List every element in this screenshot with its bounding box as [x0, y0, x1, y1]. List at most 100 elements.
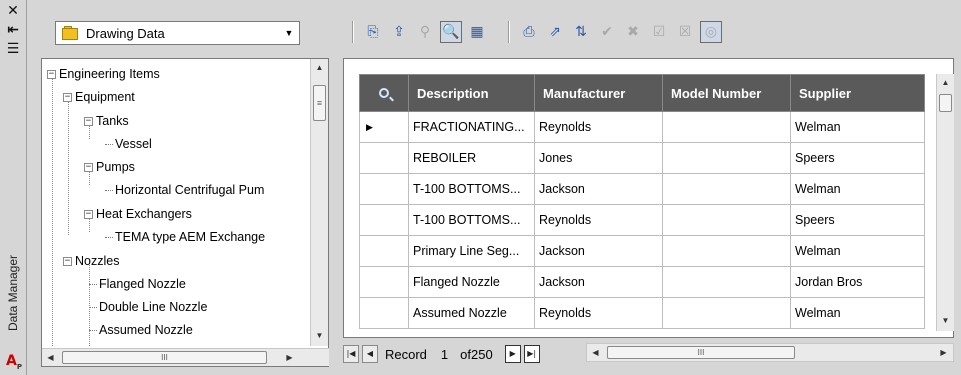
- cell-model-number[interactable]: [662, 266, 791, 298]
- cell-supplier[interactable]: Speers: [790, 204, 925, 236]
- scroll-down-arrow[interactable]: ▼: [937, 312, 954, 329]
- reject-icon[interactable]: ✖: [622, 21, 644, 43]
- tree-node[interactable]: Assumed Nozzle: [89, 321, 193, 339]
- export-report-icon[interactable]: ⇗: [544, 21, 566, 43]
- column-header-supplier[interactable]: Supplier: [790, 74, 925, 112]
- tree-node[interactable]: − Pumps: [84, 158, 135, 176]
- cell-supplier[interactable]: Speers: [790, 142, 925, 174]
- cell-manufacturer[interactable]: Jackson: [534, 173, 663, 205]
- cell-model-number[interactable]: [662, 173, 791, 205]
- collapse-icon[interactable]: −: [63, 256, 72, 266]
- cell-supplier[interactable]: Jordan Bros: [790, 266, 925, 298]
- row-selector[interactable]: [359, 235, 409, 267]
- auto-hide-icon[interactable]: ⇤: [4, 22, 22, 38]
- report-icon[interactable]: ▦: [466, 21, 488, 43]
- scroll-left-arrow[interactable]: ◀: [42, 349, 59, 366]
- table-row[interactable]: Assumed Nozzle Reynolds Welman: [359, 297, 925, 329]
- row-selector[interactable]: [359, 142, 409, 174]
- grid-vertical-scrollbar[interactable]: ▲ ▼: [936, 74, 954, 331]
- cell-model-number[interactable]: [662, 297, 791, 329]
- scroll-thumb[interactable]: ≡: [313, 85, 326, 121]
- collapse-icon[interactable]: −: [84, 209, 93, 219]
- export-icon[interactable]: ⎘: [362, 21, 384, 43]
- cell-description[interactable]: T-100 BOTTOMS...: [408, 173, 535, 205]
- scroll-thumb[interactable]: III: [62, 351, 267, 364]
- table-row[interactable]: Flanged Nozzle Jackson Jordan Bros: [359, 266, 925, 298]
- tree-node[interactable]: − Heat Exchangers: [84, 205, 192, 223]
- tree-node[interactable]: Horizontal Centrifugal Pum: [105, 181, 264, 199]
- previous-record-button[interactable]: ◀: [362, 345, 378, 363]
- grid-horizontal-scrollbar[interactable]: ◀ III ▶: [586, 343, 954, 362]
- tree-node[interactable]: TEMA type AEM Exchange: [105, 228, 265, 246]
- cell-supplier[interactable]: Welman: [790, 173, 925, 205]
- cell-supplier[interactable]: Welman: [790, 111, 925, 143]
- cell-description[interactable]: Flanged Nozzle: [408, 266, 535, 298]
- tree-node[interactable]: − Nozzles: [63, 252, 119, 270]
- cell-supplier[interactable]: Welman: [790, 235, 925, 267]
- tree-node[interactable]: Vessel: [105, 135, 152, 153]
- cell-manufacturer[interactable]: Jackson: [534, 235, 663, 267]
- close-icon[interactable]: ✕: [4, 3, 22, 19]
- print-icon[interactable]: ⎙: [518, 21, 540, 43]
- scroll-thumb[interactable]: III: [607, 346, 795, 359]
- collapse-icon[interactable]: −: [84, 116, 93, 126]
- scroll-down-arrow[interactable]: ▼: [311, 327, 328, 344]
- tag-icon[interactable]: ◎: [700, 21, 722, 43]
- table-row[interactable]: T-100 BOTTOMS... Jackson Welman: [359, 173, 925, 205]
- collapse-icon[interactable]: −: [84, 162, 93, 172]
- cell-description[interactable]: Primary Line Seg...: [408, 235, 535, 267]
- row-selector[interactable]: [359, 266, 409, 298]
- tree-node[interactable]: − Engineering Items: [47, 65, 160, 83]
- zoom-header-cell[interactable]: [359, 74, 409, 112]
- tree-node[interactable]: − Tanks: [84, 112, 129, 130]
- row-selector[interactable]: [359, 297, 409, 329]
- row-selector[interactable]: [359, 173, 409, 205]
- cell-model-number[interactable]: [662, 235, 791, 267]
- cell-manufacturer[interactable]: Reynolds: [534, 297, 663, 329]
- cell-manufacturer[interactable]: Jackson: [534, 266, 663, 298]
- accept-all-icon[interactable]: ☑: [648, 21, 670, 43]
- table-row[interactable]: Primary Line Seg... Jackson Welman: [359, 235, 925, 267]
- cell-model-number[interactable]: [662, 142, 791, 174]
- column-header-description[interactable]: Description: [408, 74, 535, 112]
- chevron-down-icon[interactable]: ▼: [279, 28, 299, 38]
- scroll-right-arrow[interactable]: ▶: [935, 344, 952, 361]
- tree-vertical-scrollbar[interactable]: ▲ ≡ ▼: [310, 59, 328, 346]
- cell-description[interactable]: REBOILER: [408, 142, 535, 174]
- tree-node[interactable]: Flanged Nozzle: [89, 275, 186, 293]
- column-header-model-number[interactable]: Model Number: [662, 74, 791, 112]
- first-record-button[interactable]: |◀: [343, 345, 359, 363]
- column-header-manufacturer[interactable]: Manufacturer: [534, 74, 663, 112]
- cell-manufacturer[interactable]: Reynolds: [534, 204, 663, 236]
- tree-node[interactable]: − Equipment: [63, 88, 135, 106]
- import-icon[interactable]: ⇪: [388, 21, 410, 43]
- table-row[interactable]: ▶ FRACTIONATING... Reynolds Welman: [359, 111, 925, 143]
- reject-all-icon[interactable]: ☒: [674, 21, 696, 43]
- sort-icon[interactable]: ⇅: [570, 21, 592, 43]
- cell-manufacturer[interactable]: Jones: [534, 142, 663, 174]
- cell-manufacturer[interactable]: Reynolds: [534, 111, 663, 143]
- filter-icon[interactable]: ⚲: [414, 21, 436, 43]
- collapse-icon[interactable]: −: [47, 69, 56, 79]
- cell-description[interactable]: FRACTIONATING...: [408, 111, 535, 143]
- accept-icon[interactable]: ✔: [596, 21, 618, 43]
- scroll-thumb[interactable]: [939, 94, 952, 112]
- last-record-button[interactable]: ▶|: [523, 345, 540, 363]
- row-selector[interactable]: ▶: [359, 111, 409, 143]
- cell-description[interactable]: Assumed Nozzle: [408, 297, 535, 329]
- tree-horizontal-scrollbar[interactable]: ◀ III ▶: [42, 348, 329, 366]
- row-selector[interactable]: [359, 204, 409, 236]
- tree-node[interactable]: Double Line Nozzle: [89, 298, 207, 316]
- scroll-up-arrow[interactable]: ▲: [311, 59, 328, 76]
- cell-supplier[interactable]: Welman: [790, 297, 925, 329]
- table-row[interactable]: REBOILER Jones Speers: [359, 142, 925, 174]
- scroll-right-arrow[interactable]: ▶: [281, 349, 298, 366]
- cell-model-number[interactable]: [662, 204, 791, 236]
- collapse-icon[interactable]: −: [63, 92, 72, 102]
- cell-description[interactable]: T-100 BOTTOMS...: [408, 204, 535, 236]
- cell-model-number[interactable]: [662, 111, 791, 143]
- next-record-button[interactable]: ▶: [504, 345, 521, 363]
- properties-icon[interactable]: ☰: [4, 41, 22, 57]
- table-row[interactable]: T-100 BOTTOMS... Reynolds Speers: [359, 204, 925, 236]
- scroll-left-arrow[interactable]: ◀: [587, 344, 604, 361]
